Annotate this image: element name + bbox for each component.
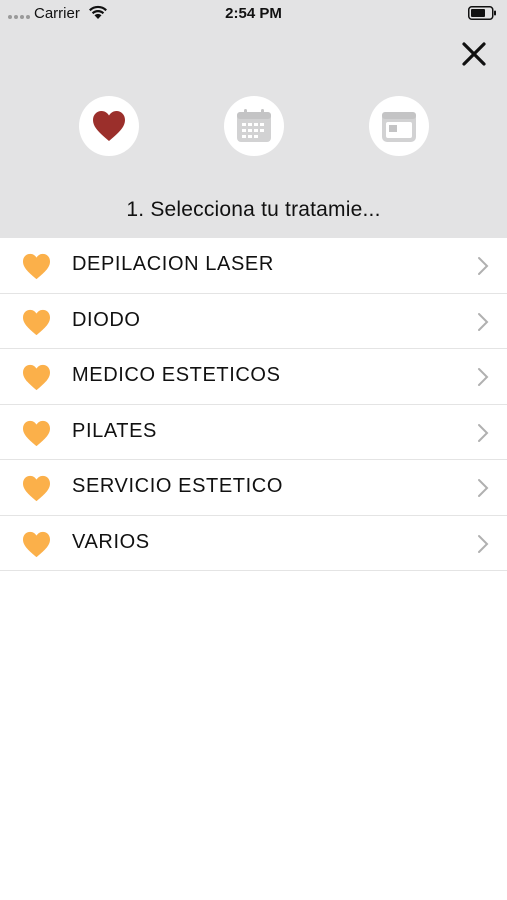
chevron-right-icon	[478, 534, 489, 553]
treatment-list: DEPILACION LASER DIODO MEDICO ESTETICOS …	[0, 238, 507, 571]
list-item[interactable]: VARIOS	[0, 515, 507, 571]
list-item-label: VARIOS	[72, 530, 150, 553]
list-item-label: PILATES	[72, 419, 157, 442]
heart-icon	[23, 364, 50, 391]
list-item[interactable]: MEDICO ESTETICOS	[0, 349, 507, 405]
close-button[interactable]	[458, 38, 490, 70]
chevron-right-icon	[478, 312, 489, 331]
step-treatment-button[interactable]	[79, 96, 139, 156]
chevron-right-icon	[478, 479, 489, 497]
list-item-label: SERVICIO ESTETICO	[72, 475, 283, 497]
step-date-button[interactable]	[224, 96, 284, 156]
chevron-right-icon	[478, 257, 489, 275]
heart-icon	[23, 475, 50, 502]
battery-icon	[468, 6, 496, 20]
list-item[interactable]: PILATES	[0, 404, 507, 460]
list-item[interactable]: SERVICIO ESTETICO	[0, 460, 507, 516]
status-bar: Carrier 2:54 PM	[0, 0, 507, 26]
list-item-label: MEDICO ESTETICOS	[72, 364, 281, 386]
calendar-grid-icon	[237, 109, 271, 142]
list-item[interactable]: DEPILACION LASER	[0, 238, 507, 294]
heart-icon	[23, 420, 50, 446]
heart-icon	[23, 531, 50, 557]
chevron-right-icon	[478, 423, 489, 442]
header: Carrier 2:54 PM 1. Selecciona tu tratami…	[0, 0, 507, 238]
step-confirm-button[interactable]	[369, 96, 429, 156]
step-title: 1. Selecciona tu tratamie...	[126, 198, 381, 221]
calendar-day-icon	[382, 112, 416, 142]
list-item-label: DIODO	[72, 308, 141, 331]
heart-icon	[23, 309, 50, 335]
clock: 2:54 PM	[225, 5, 282, 22]
heart-icon	[93, 111, 125, 141]
heart-icon	[23, 253, 50, 280]
chevron-right-icon	[478, 368, 489, 386]
list-item[interactable]: DIODO	[0, 293, 507, 349]
list-item-label: DEPILACION LASER	[72, 253, 274, 275]
